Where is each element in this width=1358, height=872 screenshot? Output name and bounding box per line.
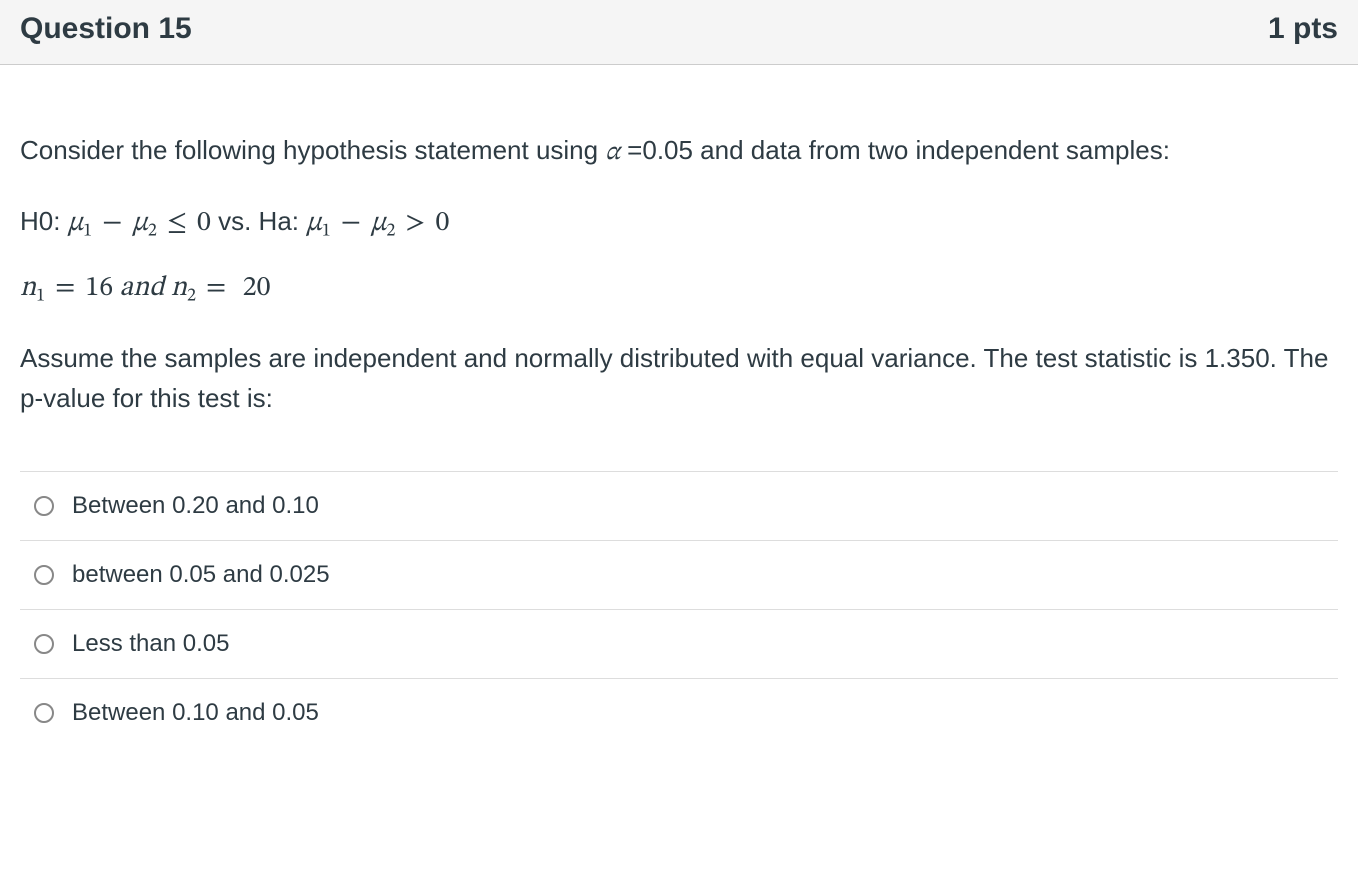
n1: n1 xyxy=(20,274,45,302)
zero: 0 xyxy=(197,209,211,237)
eq-op: = xyxy=(45,274,85,302)
radio-icon[interactable] xyxy=(34,634,54,654)
minus-op-2: − xyxy=(331,209,371,237)
answer-option-1[interactable]: Between 0.20 and 0.10 xyxy=(20,472,1338,541)
mu2b: μ2 xyxy=(371,209,395,237)
sample-size-line: n1=16 and n2= 20 xyxy=(20,269,1338,310)
answer-list: Between 0.20 and 0.10 between 0.05 and 0… xyxy=(20,471,1338,747)
question-header: Question 15 1 pts xyxy=(0,0,1358,65)
alpha-eq: = xyxy=(620,135,642,165)
h0-label: H0: xyxy=(20,206,68,236)
n1-val: 16 xyxy=(85,274,113,302)
mu2: μ2 xyxy=(132,209,156,237)
mu1: μ1 xyxy=(68,209,92,237)
answer-option-2[interactable]: between 0.05 and 0.025 xyxy=(20,541,1338,610)
n2: n2 xyxy=(171,274,196,302)
alpha-symbol: α xyxy=(605,140,620,166)
gt-op: > xyxy=(395,209,435,237)
answer-text: Less than 0.05 xyxy=(72,630,229,658)
le-op: ≤ xyxy=(157,209,197,237)
vs-ha-label: vs. Ha: xyxy=(211,206,306,236)
eq-op-2: = xyxy=(196,274,236,302)
radio-icon[interactable] xyxy=(34,496,54,516)
answer-text: Between 0.10 and 0.05 xyxy=(72,699,319,727)
answer-option-3[interactable]: Less than 0.05 xyxy=(20,610,1338,679)
and-text: and xyxy=(113,274,171,302)
question-prompt-1: Consider the following hypothesis statem… xyxy=(20,130,1338,173)
prompt-text-pre: Consider the following hypothesis statem… xyxy=(20,135,605,165)
question-body: Consider the following hypothesis statem… xyxy=(0,65,1358,757)
mu1b: μ1 xyxy=(306,209,330,237)
radio-icon[interactable] xyxy=(34,703,54,723)
prompt-text-post: 0.05 and data from two independent sampl… xyxy=(642,135,1170,165)
zero-2: 0 xyxy=(436,209,450,237)
n2-val: 20 xyxy=(236,274,270,302)
radio-icon[interactable] xyxy=(34,565,54,585)
answer-option-4[interactable]: Between 0.10 and 0.05 xyxy=(20,679,1338,747)
hypothesis-line: H0: μ1−μ2≤0 vs. Ha: μ1−μ2>0 xyxy=(20,203,1338,245)
question-points: 1 pts xyxy=(1268,12,1338,46)
answer-text: between 0.05 and 0.025 xyxy=(72,561,330,589)
question-prompt-2: Assume the samples are independent and n… xyxy=(20,338,1338,419)
answer-text: Between 0.20 and 0.10 xyxy=(72,492,319,520)
question-title: Question 15 xyxy=(20,12,192,46)
minus-op: − xyxy=(92,209,132,237)
